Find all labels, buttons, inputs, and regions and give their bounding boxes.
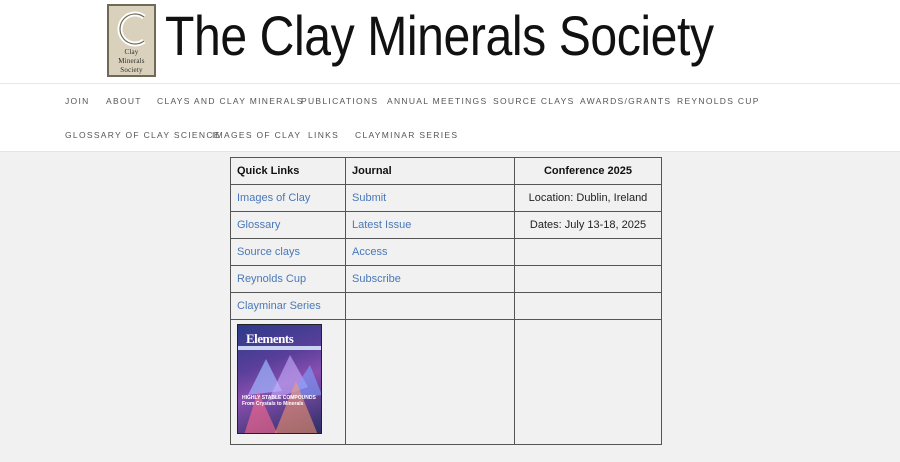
logo-text-minerals: Minerals — [118, 57, 145, 65]
nav-awards-grants[interactable]: AWARDS/GRANTS — [580, 96, 671, 106]
site-header: Clay Minerals Society The Clay Minerals … — [0, 0, 900, 152]
nav-clayminar-series[interactable]: CLAYMINAR SERIES — [355, 130, 458, 140]
link-subscribe[interactable]: Subscribe — [352, 273, 401, 285]
conference-dates: Dates: July 13-18, 2025 — [514, 211, 662, 239]
nav-links[interactable]: LINKS — [308, 130, 339, 140]
table-row: Source clays Access — [230, 238, 662, 266]
conference-location: Location: Dublin, Ireland — [514, 184, 662, 212]
elements-magazine-cover[interactable]: Elements HIGHLY STABLE COMPOUNDS From Cr… — [237, 324, 322, 434]
nav-publications[interactable]: PUBLICATIONS — [301, 96, 378, 106]
table-cell: Reynolds Cup — [230, 265, 346, 293]
nav-reynolds-cup[interactable]: REYNOLDS CUP — [677, 96, 760, 106]
cover-cell: Elements HIGHLY STABLE COMPOUNDS From Cr… — [230, 319, 346, 445]
cover-title: Elements — [246, 331, 294, 346]
nav-images-of-clay[interactable]: IMAGES OF CLAY — [212, 130, 301, 140]
link-source-clays[interactable]: Source clays — [237, 246, 300, 258]
table-cell: Source clays — [230, 238, 346, 266]
table-cell: Glossary — [230, 211, 346, 239]
table-row: Reynolds Cup Subscribe — [230, 265, 662, 293]
nav-glossary-of-clay-science[interactable]: GLOSSARY OF CLAY SCIENCE — [65, 130, 221, 140]
nav-annual-meetings[interactable]: ANNUAL MEETINGS — [387, 96, 487, 106]
table-header-row: Quick Links Journal Conference 2025 — [230, 157, 662, 185]
table-cell-empty — [514, 265, 662, 293]
header-journal: Journal — [345, 157, 515, 185]
table-cell: Clayminar Series — [230, 292, 346, 320]
cover-subtitle: HIGHLY STABLE COMPOUNDS From Crystals to… — [242, 395, 316, 407]
link-latest-issue[interactable]: Latest Issue — [352, 219, 411, 231]
logo-arc-icon — [117, 11, 146, 47]
table-row: Elements HIGHLY STABLE COMPOUNDS From Cr… — [230, 319, 662, 445]
quick-links-table: Quick Links Journal Conference 2025 Imag… — [230, 157, 662, 445]
nav-about[interactable]: ABOUT — [106, 96, 142, 106]
table-cell-empty — [514, 238, 662, 266]
link-glossary[interactable]: Glossary — [237, 219, 280, 231]
link-images-of-clay[interactable]: Images of Clay — [237, 192, 310, 204]
crystal-illustration-icon — [244, 355, 321, 433]
nav-source-clays[interactable]: SOURCE CLAYS — [493, 96, 575, 106]
table-cell: Latest Issue — [345, 211, 515, 239]
table-row: Glossary Latest Issue Dates: July 13-18,… — [230, 211, 662, 239]
table-cell: Images of Clay — [230, 184, 346, 212]
table-cell: Submit — [345, 184, 515, 212]
link-access[interactable]: Access — [352, 246, 387, 258]
table-row: Images of Clay Submit Location: Dublin, … — [230, 184, 662, 212]
site-title[interactable]: The Clay Minerals Society — [165, 2, 714, 70]
table-cell-empty — [514, 319, 662, 445]
link-clayminar-series[interactable]: Clayminar Series — [237, 300, 321, 312]
cover-bar — [238, 346, 321, 350]
link-reynolds-cup[interactable]: Reynolds Cup — [237, 273, 306, 285]
table-cell-empty — [514, 292, 662, 320]
table-cell: Access — [345, 238, 515, 266]
society-logo[interactable]: Clay Minerals Society — [107, 4, 156, 77]
header-divider — [0, 83, 900, 84]
table-row: Clayminar Series — [230, 292, 662, 320]
table-cell-empty — [345, 319, 515, 445]
header-quick-links: Quick Links — [230, 157, 346, 185]
table-cell: Subscribe — [345, 265, 515, 293]
logo-text-society: Society — [120, 66, 143, 74]
header-conference: Conference 2025 — [514, 157, 662, 185]
nav-join[interactable]: JOIN — [65, 96, 90, 106]
nav-clays-and-clay-minerals[interactable]: CLAYS AND CLAY MINERALS — [157, 96, 304, 106]
logo-text-clay: Clay — [124, 48, 139, 56]
table-cell-empty — [345, 292, 515, 320]
link-submit[interactable]: Submit — [352, 192, 386, 204]
